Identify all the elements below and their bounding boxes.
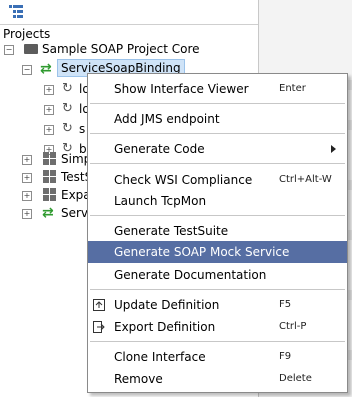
operation-icon: ↻ <box>62 121 73 136</box>
menu-item-shortcut: Delete <box>279 373 312 384</box>
menu-item-generate-documentation[interactable]: Generate Documentation <box>88 264 347 286</box>
menu-item-label: Check WSI Compliance <box>114 173 253 187</box>
expand-icon[interactable]: + <box>22 173 32 183</box>
menu-item-shortcut: F5 <box>279 299 292 310</box>
menu-item-label: Generate Code <box>114 142 205 156</box>
menu-item-remove[interactable]: Remove Delete <box>88 368 347 390</box>
tree-row-service[interactable]: + ⇄ Servi <box>0 204 91 222</box>
service-grid-icon <box>43 188 56 201</box>
interface-swap-icon: ⇄ <box>40 61 52 77</box>
operation-icon: ↻ <box>62 81 73 96</box>
tree-row-service[interactable]: + Expa <box>0 186 91 204</box>
menu-item-check-wsi-compliance[interactable]: Check WSI Compliance Ctrl+Alt-W <box>88 169 347 191</box>
tree-row-project[interactable]: − Sample SOAP Project Core <box>0 40 258 58</box>
menu-item-label: Remove <box>114 372 163 386</box>
tree-row-service[interactable]: + TestS <box>0 168 92 186</box>
export-definition-icon <box>93 321 105 333</box>
menu-item-update-definition[interactable]: Update Definition F5 <box>88 294 347 316</box>
menu-item-label: Show Interface Viewer <box>114 82 249 96</box>
menu-separator <box>90 133 345 134</box>
menu-item-label: Launch TcpMon <box>114 194 207 208</box>
menu-item-label: Export Definition <box>114 320 216 334</box>
menu-item-generate-code[interactable]: Generate Code <box>88 138 347 160</box>
context-menu: Show Interface Viewer Enter Add JMS endp… <box>87 73 348 393</box>
update-definition-icon <box>93 299 105 311</box>
menu-item-label: Update Definition <box>114 298 220 312</box>
expand-icon[interactable]: + <box>22 191 32 201</box>
menu-item-add-jms-endpoint[interactable]: Add JMS endpoint <box>88 108 347 130</box>
expand-icon[interactable]: + <box>44 105 54 115</box>
project-folder-icon <box>24 44 38 54</box>
menu-item-label: Clone Interface <box>114 350 206 364</box>
menu-item-export-definition[interactable]: Export Definition Ctrl-P <box>88 316 347 338</box>
menu-separator <box>90 289 345 290</box>
submenu-arrow-icon <box>331 145 336 153</box>
collapse-icon[interactable]: − <box>4 45 14 55</box>
service-grid-icon <box>43 170 56 183</box>
menu-item-generate-testsuite[interactable]: Generate TestSuite <box>88 220 347 242</box>
menu-separator <box>90 341 345 342</box>
project-label: Sample SOAP Project Core <box>42 42 200 56</box>
expand-icon[interactable]: + <box>44 85 54 95</box>
menu-item-label: Add JMS endpoint <box>114 112 220 126</box>
menu-separator <box>90 163 345 164</box>
projects-header: Projects <box>3 27 51 41</box>
menu-item-shortcut: Enter <box>279 83 306 94</box>
tree-row-service[interactable]: + Simp <box>0 150 91 168</box>
tree-row-operation[interactable]: + ↻ s <box>0 120 90 138</box>
menu-item-launch-tcpmon[interactable]: Launch TcpMon <box>88 190 347 212</box>
interface-swap-icon: ⇄ <box>42 205 54 221</box>
menu-item-clone-interface[interactable]: Clone Interface F9 <box>88 346 347 368</box>
collapse-icon[interactable]: − <box>22 65 32 75</box>
expand-icon[interactable]: + <box>22 155 32 165</box>
operation-icon: ↻ <box>62 101 73 116</box>
operation-label: s <box>79 122 86 136</box>
service-grid-icon <box>43 152 56 165</box>
menu-item-shortcut: Ctrl+Alt-W <box>279 174 332 185</box>
menu-separator <box>90 215 345 216</box>
menu-item-shortcut: Ctrl-P <box>279 321 307 332</box>
menu-item-label: Generate SOAP Mock Service <box>114 245 290 259</box>
menu-item-label: Generate Documentation <box>114 268 267 282</box>
tree-view-icon[interactable] <box>9 5 23 18</box>
menu-item-label: Generate TestSuite <box>114 224 229 238</box>
menu-separator <box>90 103 345 104</box>
tree-row-operation[interactable]: + ↻ lo <box>0 100 90 118</box>
menu-item-shortcut: F9 <box>279 351 292 362</box>
menu-item-generate-soap-mock-service[interactable]: Generate SOAP Mock Service <box>88 241 347 263</box>
expand-icon[interactable]: + <box>22 209 32 219</box>
expand-icon[interactable]: + <box>44 125 54 135</box>
menu-item-show-interface-viewer[interactable]: Show Interface Viewer Enter <box>88 78 347 100</box>
tree-row-operation[interactable]: + ↻ lo <box>0 80 90 98</box>
